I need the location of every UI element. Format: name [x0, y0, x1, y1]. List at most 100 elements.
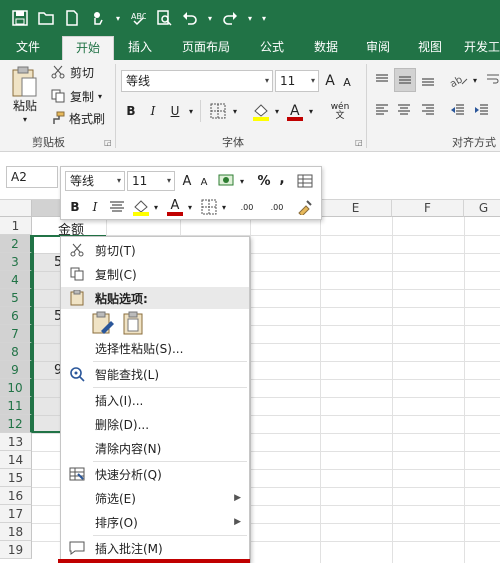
- menu-item-sort[interactable]: 排序(O) ▶: [61, 511, 249, 533]
- menu-item-filter[interactable]: 筛选(E) ▶: [61, 487, 249, 509]
- row-header[interactable]: 7: [0, 325, 32, 343]
- chevron-down-icon[interactable]: ▾: [230, 100, 240, 122]
- chevron-down-icon[interactable]: ▾: [186, 100, 196, 122]
- undo-icon[interactable]: [180, 8, 200, 28]
- decrease-indent-icon[interactable]: [448, 100, 468, 120]
- column-header-f[interactable]: F: [392, 200, 464, 217]
- menu-item-insert[interactable]: 插入(I)...: [61, 389, 249, 411]
- chevron-down-icon[interactable]: ▾: [18, 114, 32, 124]
- menu-item-quick-analysis[interactable]: 快速分析(Q): [61, 463, 249, 485]
- menu-item-cut[interactable]: 剪切(T): [61, 239, 249, 261]
- align-middle-icon[interactable]: [394, 68, 416, 92]
- borders-icon[interactable]: [199, 197, 219, 217]
- increase-indent-icon[interactable]: [472, 100, 492, 120]
- chevron-down-icon[interactable]: ▾: [114, 8, 122, 28]
- paste-keep-format-icon[interactable]: [91, 311, 115, 335]
- mini-font-name-select[interactable]: 等线 ▾: [65, 171, 125, 191]
- align-left-icon[interactable]: [372, 100, 392, 120]
- chevron-down-icon[interactable]: ▾: [470, 70, 480, 90]
- dialog-launcher-icon[interactable]: ◲: [104, 138, 112, 147]
- select-all-corner[interactable]: [0, 200, 32, 217]
- mini-italic-button[interactable]: I: [87, 197, 103, 217]
- name-box[interactable]: A2: [6, 166, 58, 188]
- wrap-text-icon[interactable]: [486, 70, 500, 90]
- row-header[interactable]: 1: [0, 217, 32, 235]
- align-center-icon[interactable]: [394, 100, 414, 120]
- comma-style-button[interactable]: ,: [275, 169, 289, 189]
- tab-developer[interactable]: 开发工: [462, 36, 500, 60]
- row-header[interactable]: 13: [0, 433, 32, 451]
- accounting-format-icon[interactable]: [217, 171, 237, 191]
- tab-file[interactable]: 文件: [6, 36, 50, 60]
- row-header[interactable]: 5: [0, 289, 32, 307]
- mini-font-color-button[interactable]: A: [165, 197, 185, 217]
- row-header[interactable]: 8: [0, 343, 32, 361]
- underline-button[interactable]: U: [166, 100, 184, 122]
- align-bottom-icon[interactable]: [418, 70, 438, 90]
- menu-item-copy[interactable]: 复制(C): [61, 263, 249, 285]
- bold-button[interactable]: B: [122, 100, 140, 122]
- orientation-icon[interactable]: ab: [448, 70, 470, 90]
- chevron-down-icon[interactable]: ▾: [306, 100, 316, 122]
- mini-bold-button[interactable]: B: [67, 197, 83, 217]
- row-header[interactable]: 10: [0, 379, 32, 397]
- redo-icon[interactable]: [220, 8, 240, 28]
- chevron-down-icon[interactable]: ▾: [237, 171, 247, 191]
- row-header[interactable]: 11: [0, 397, 32, 415]
- print-preview-icon[interactable]: [154, 8, 174, 28]
- customize-qat-icon[interactable]: ▾: [260, 8, 268, 28]
- mini-font-size-select[interactable]: 11 ▾: [127, 171, 175, 191]
- copy-button[interactable]: 复制: [68, 88, 96, 104]
- paste-icon[interactable]: [121, 311, 145, 335]
- row-header[interactable]: 12: [0, 415, 32, 433]
- increase-font-size-button[interactable]: A: [322, 72, 338, 90]
- dialog-launcher-icon[interactable]: ◲: [355, 138, 363, 147]
- row-header[interactable]: 4: [0, 271, 32, 289]
- chevron-down-icon[interactable]: ▾: [96, 88, 104, 104]
- column-header-g[interactable]: G: [464, 200, 500, 217]
- align-right-icon[interactable]: [418, 100, 438, 120]
- column-header-e[interactable]: E: [320, 200, 392, 217]
- row-header[interactable]: 19: [0, 541, 32, 559]
- tab-data[interactable]: 数据: [304, 36, 348, 60]
- touch-mode-icon[interactable]: [88, 8, 108, 28]
- mini-decrease-font-button[interactable]: A: [197, 174, 211, 190]
- open-folder-icon[interactable]: [36, 8, 56, 28]
- row-header[interactable]: 14: [0, 451, 32, 469]
- chevron-down-icon[interactable]: ▾: [206, 8, 214, 28]
- row-header[interactable]: 15: [0, 469, 32, 487]
- row-header[interactable]: 16: [0, 487, 32, 505]
- row-header[interactable]: 18: [0, 523, 32, 541]
- italic-button[interactable]: I: [144, 100, 162, 122]
- row-header[interactable]: 2: [0, 235, 32, 253]
- row-header[interactable]: 3: [0, 253, 32, 271]
- menu-item-paste-special[interactable]: 选择性粘贴(S)...: [61, 337, 249, 359]
- center-align-icon[interactable]: [107, 197, 127, 217]
- tab-review[interactable]: 审阅: [356, 36, 400, 60]
- tab-formulas[interactable]: 公式: [250, 36, 294, 60]
- phonetic-guide-button[interactable]: wén 文: [326, 102, 354, 122]
- tab-insert[interactable]: 插入: [118, 36, 162, 60]
- menu-item-delete[interactable]: 删除(D)...: [61, 413, 249, 435]
- increase-decimal-button[interactable]: .00: [233, 197, 261, 217]
- chevron-down-icon[interactable]: ▾: [185, 197, 195, 217]
- percent-style-button[interactable]: %: [255, 171, 273, 191]
- chevron-down-icon[interactable]: ▾: [246, 8, 254, 28]
- decrease-decimal-button[interactable]: .00: [263, 197, 291, 217]
- paste-button[interactable]: 粘贴: [10, 96, 40, 114]
- chevron-down-icon[interactable]: ▾: [219, 197, 229, 217]
- font-color-icon[interactable]: A: [284, 100, 306, 122]
- row-header[interactable]: 17: [0, 505, 32, 523]
- tab-view[interactable]: 视图: [408, 36, 452, 60]
- borders-icon[interactable]: [208, 102, 228, 120]
- decrease-font-size-button[interactable]: A: [340, 74, 354, 90]
- chevron-down-icon[interactable]: ▾: [151, 197, 161, 217]
- fill-color-icon[interactable]: [131, 197, 151, 217]
- fill-color-icon[interactable]: [250, 100, 272, 122]
- menu-item-smart-lookup[interactable]: 智能查找(L): [61, 363, 249, 385]
- spelling-icon[interactable]: ABC: [128, 8, 148, 28]
- menu-item-clear-contents[interactable]: 清除内容(N): [61, 437, 249, 459]
- chevron-down-icon[interactable]: ▾: [272, 100, 282, 122]
- row-header[interactable]: 6: [0, 307, 32, 325]
- paste-icon[interactable]: [8, 64, 40, 100]
